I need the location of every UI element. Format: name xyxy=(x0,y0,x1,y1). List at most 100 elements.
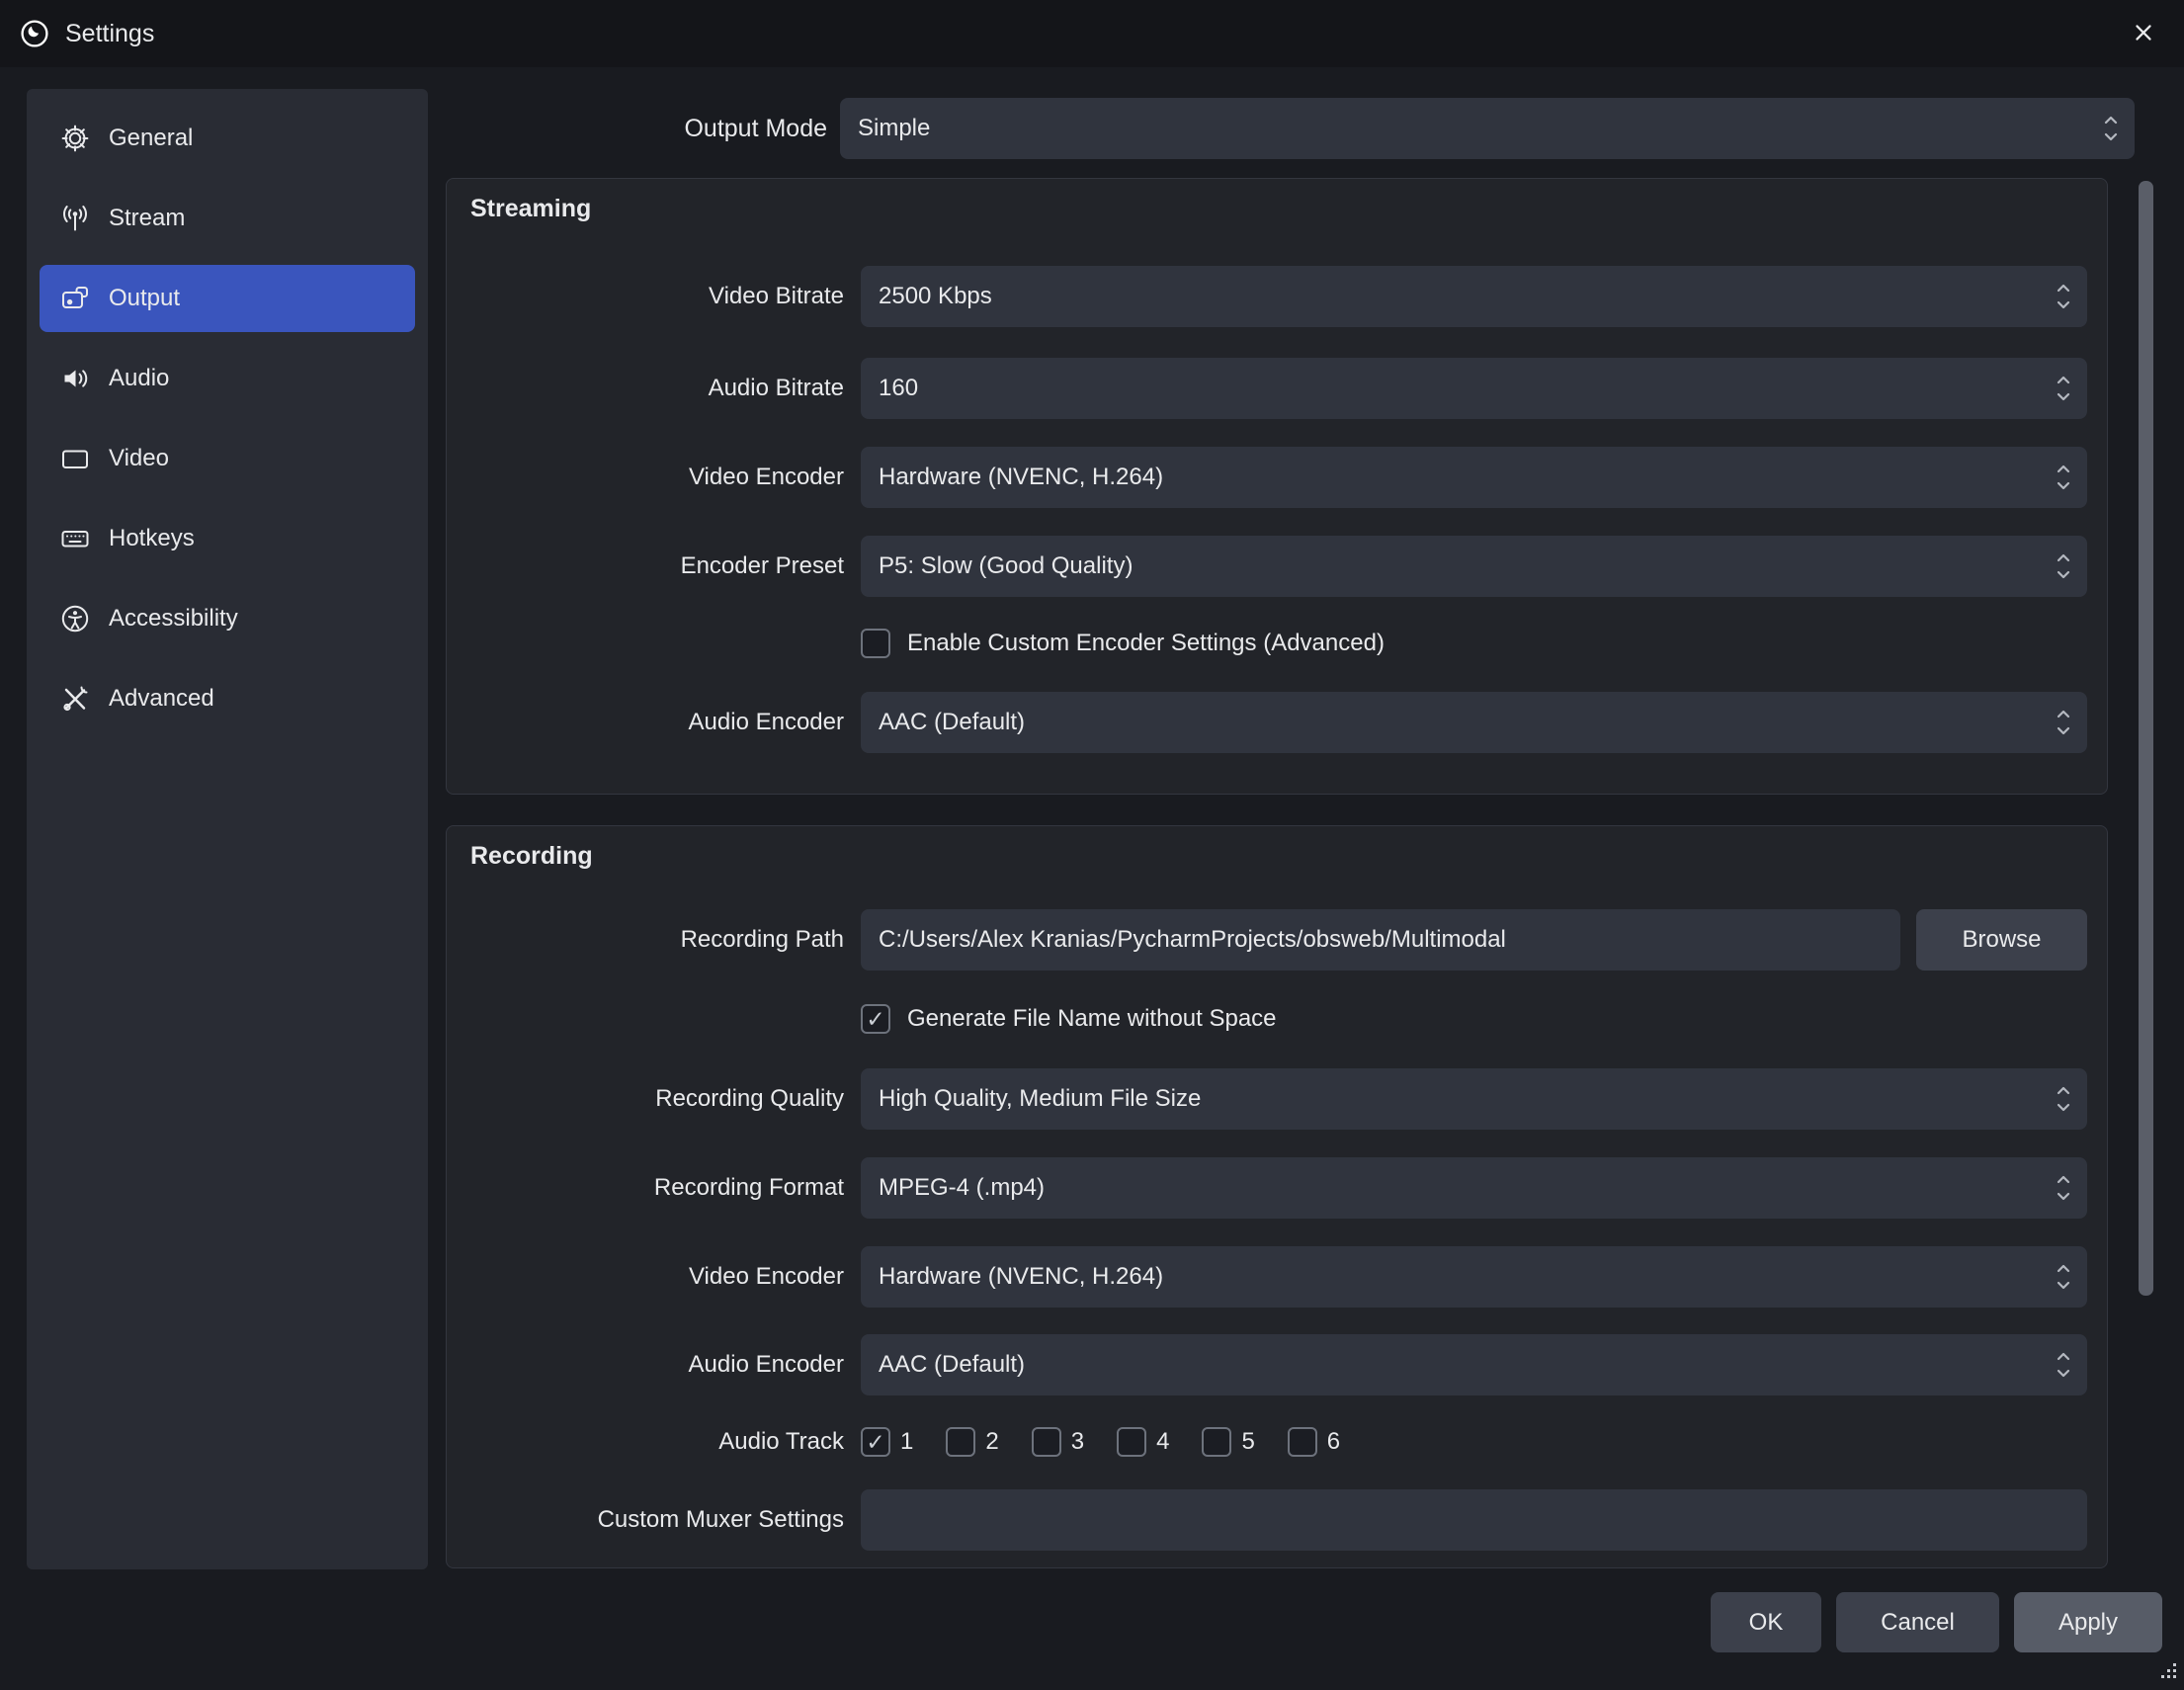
audio-track-6-checkbox[interactable] xyxy=(1288,1427,1317,1457)
chevron-updown-icon xyxy=(2056,1173,2071,1203)
window-title: Settings xyxy=(65,20,154,48)
encoder-preset-label: Encoder Preset xyxy=(447,552,861,580)
chevron-updown-icon xyxy=(2056,1262,2071,1292)
video-bitrate-row: Video Bitrate 2500 Kbps xyxy=(447,266,2087,327)
ok-button[interactable]: OK xyxy=(1711,1592,1821,1652)
output-mode-label: Output Mode xyxy=(0,115,840,143)
stream-video-encoder-value: Hardware (NVENC, H.264) xyxy=(879,464,1163,491)
audio-track-5-checkbox[interactable] xyxy=(1202,1427,1231,1457)
audio-track-2-checkbox[interactable] xyxy=(946,1427,975,1457)
recording-quality-select[interactable]: High Quality, Medium File Size xyxy=(861,1068,2087,1130)
audio-track-5-label: 5 xyxy=(1241,1428,1254,1456)
stream-video-encoder-select[interactable]: Hardware (NVENC, H.264) xyxy=(861,447,2087,508)
encoder-preset-row: Encoder Preset P5: Slow (Good Quality) xyxy=(447,536,2087,597)
sidebar-item-advanced[interactable]: Advanced xyxy=(40,665,415,732)
chevron-updown-icon xyxy=(2056,1350,2071,1380)
audio-bitrate-row: Audio Bitrate 160 xyxy=(447,358,2087,419)
rec-video-encoder-value: Hardware (NVENC, H.264) xyxy=(879,1263,1163,1291)
keyboard-icon xyxy=(60,524,90,553)
audio-track-3-label: 3 xyxy=(1071,1428,1084,1456)
recording-path-input[interactable]: C:/Users/Alex Kranias/PycharmProjects/ob… xyxy=(861,909,1900,971)
sidebar-item-stream[interactable]: Stream xyxy=(40,185,415,252)
rec-audio-encoder-value: AAC (Default) xyxy=(879,1351,1025,1379)
stream-video-encoder-row: Video Encoder Hardware (NVENC, H.264) xyxy=(447,447,2087,508)
chevron-updown-icon xyxy=(2056,551,2071,581)
recording-quality-row: Recording Quality High Quality, Medium F… xyxy=(447,1068,2087,1130)
audio-track-1-checkbox[interactable] xyxy=(861,1427,890,1457)
rec-audio-encoder-label: Audio Encoder xyxy=(447,1351,861,1379)
audio-track-6: 6 xyxy=(1288,1427,1340,1457)
audio-track-checkboxes: 1 2 3 4 5 6 xyxy=(861,1427,1340,1457)
custom-encoder-row: Enable Custom Encoder Settings (Advanced… xyxy=(447,613,2087,674)
generate-filename-checkbox[interactable] xyxy=(861,1004,890,1034)
broadcast-icon xyxy=(60,204,90,233)
rec-video-encoder-select[interactable]: Hardware (NVENC, H.264) xyxy=(861,1246,2087,1308)
stream-audio-encoder-value: AAC (Default) xyxy=(879,709,1025,736)
audio-track-5: 5 xyxy=(1202,1427,1254,1457)
apply-button[interactable]: Apply xyxy=(2014,1592,2162,1652)
audio-track-4-label: 4 xyxy=(1156,1428,1169,1456)
close-button[interactable] xyxy=(2113,0,2174,67)
filename-checkbox-row: Generate File Name without Space xyxy=(447,988,2087,1050)
custom-muxer-label: Custom Muxer Settings xyxy=(447,1506,861,1534)
sidebar-item-label: Accessibility xyxy=(109,605,238,633)
chevron-updown-icon xyxy=(2056,463,2071,492)
sidebar-item-output[interactable]: Output xyxy=(40,265,415,332)
audio-bitrate-label: Audio Bitrate xyxy=(447,375,861,402)
custom-muxer-input[interactable] xyxy=(861,1489,2087,1551)
accessibility-icon xyxy=(60,604,90,634)
recording-title: Recording xyxy=(470,842,593,871)
output-icon xyxy=(60,284,90,313)
recording-path-label: Recording Path xyxy=(447,926,861,954)
audio-track-1: 1 xyxy=(861,1427,913,1457)
custom-encoder-checkbox[interactable] xyxy=(861,629,890,658)
sidebar: General Stream Output xyxy=(27,89,428,1569)
stream-audio-encoder-row: Audio Encoder AAC (Default) xyxy=(447,692,2087,753)
recording-format-row: Recording Format MPEG-4 (.mp4) xyxy=(447,1157,2087,1219)
tools-icon xyxy=(60,684,90,714)
streaming-section: Streaming Video Bitrate 2500 Kbps Audio … xyxy=(446,178,2108,795)
resize-grip-icon[interactable] xyxy=(2159,1661,2179,1686)
rec-audio-encoder-select[interactable]: AAC (Default) xyxy=(861,1334,2087,1395)
output-mode-value: Simple xyxy=(858,115,930,142)
audio-bitrate-value: 160 xyxy=(879,375,918,402)
sidebar-item-label: Video xyxy=(109,445,169,472)
output-mode-row: Output Mode Simple xyxy=(0,98,2135,159)
chevron-updown-icon xyxy=(2103,114,2119,143)
encoder-preset-select[interactable]: P5: Slow (Good Quality) xyxy=(861,536,2087,597)
custom-muxer-row: Custom Muxer Settings xyxy=(447,1489,2087,1551)
sidebar-item-accessibility[interactable]: Accessibility xyxy=(40,585,415,652)
output-mode-select[interactable]: Simple xyxy=(840,98,2135,159)
recording-path-value: C:/Users/Alex Kranias/PycharmProjects/ob… xyxy=(879,926,1506,954)
encoder-preset-value: P5: Slow (Good Quality) xyxy=(879,552,1133,580)
recording-format-select[interactable]: MPEG-4 (.mp4) xyxy=(861,1157,2087,1219)
browse-button[interactable]: Browse xyxy=(1916,909,2087,971)
sidebar-item-hotkeys[interactable]: Hotkeys xyxy=(40,505,415,572)
scrollbar-thumb[interactable] xyxy=(2139,181,2153,1296)
video-bitrate-value: 2500 Kbps xyxy=(879,283,992,310)
audio-track-2-label: 2 xyxy=(985,1428,998,1456)
generate-filename-checkbox-label: Generate File Name without Space xyxy=(907,1005,1277,1033)
audio-bitrate-select[interactable]: 160 xyxy=(861,358,2087,419)
custom-encoder-checkbox-label: Enable Custom Encoder Settings (Advanced… xyxy=(907,630,1385,657)
audio-track-6-label: 6 xyxy=(1327,1428,1340,1456)
video-bitrate-label: Video Bitrate xyxy=(447,283,861,310)
stream-audio-encoder-select[interactable]: AAC (Default) xyxy=(861,692,2087,753)
sidebar-item-audio[interactable]: Audio xyxy=(40,345,415,412)
rec-audio-encoder-row: Audio Encoder AAC (Default) xyxy=(447,1334,2087,1395)
streaming-title: Streaming xyxy=(470,195,591,223)
display-icon xyxy=(60,444,90,473)
audio-track-3-checkbox[interactable] xyxy=(1032,1427,1061,1457)
sidebar-item-video[interactable]: Video xyxy=(40,425,415,492)
sidebar-item-label: Hotkeys xyxy=(109,525,195,552)
sidebar-item-label: Stream xyxy=(109,205,185,232)
recording-path-row: Recording Path C:/Users/Alex Kranias/Pyc… xyxy=(447,909,2087,971)
speaker-icon xyxy=(60,364,90,393)
chevron-updown-icon xyxy=(2056,282,2071,311)
cancel-button[interactable]: Cancel xyxy=(1836,1592,1999,1652)
audio-track-4-checkbox[interactable] xyxy=(1117,1427,1146,1457)
recording-quality-value: High Quality, Medium File Size xyxy=(879,1085,1201,1113)
audio-track-1-label: 1 xyxy=(900,1428,913,1456)
obs-logo-icon xyxy=(20,17,53,50)
video-bitrate-spinbox[interactable]: 2500 Kbps xyxy=(861,266,2087,327)
